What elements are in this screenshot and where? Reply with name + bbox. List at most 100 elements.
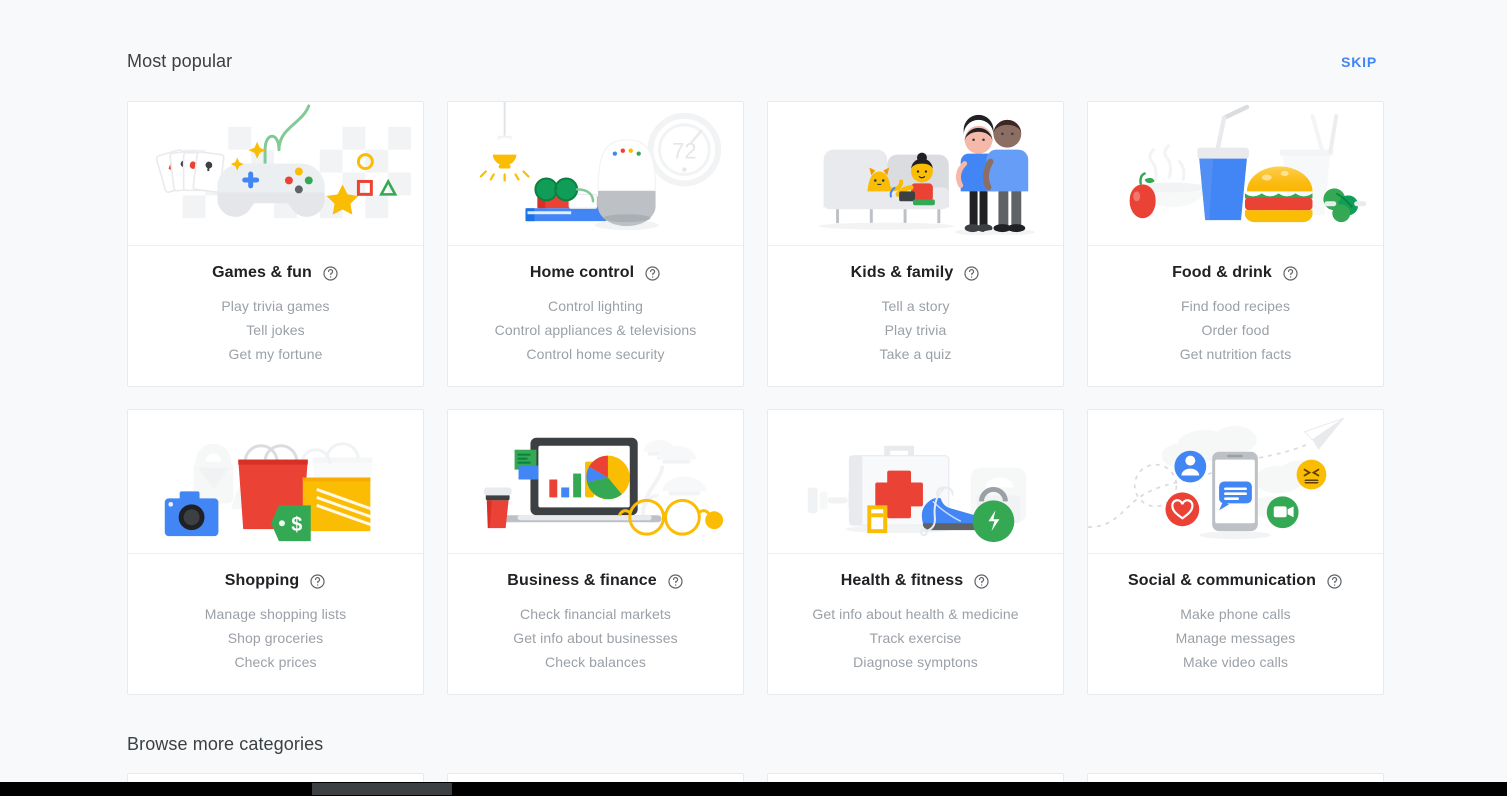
card-title-row: Business & finance [460, 571, 731, 591]
card-subitem: Check balances [460, 650, 731, 674]
card-body: Health & fitness Get info about health &… [768, 554, 1063, 694]
card-subitem: Get info about health & medicine [780, 602, 1051, 626]
card-subitem: Control home security [460, 342, 731, 366]
games-illustration [128, 102, 423, 246]
card-subitem: Make phone calls [1100, 602, 1371, 626]
most-popular-card-grid: Games & fun Play trivia games Tell jokes… [127, 101, 1385, 695]
card-subitem: Shop groceries [140, 626, 411, 650]
category-card-kids-and-family[interactable]: Kids & family Tell a story Play trivia T… [767, 101, 1064, 387]
broccoli [1323, 188, 1366, 222]
category-card-games-and-fun[interactable]: Games & fun Play trivia games Tell jokes… [127, 101, 424, 387]
pie-chart [586, 456, 630, 500]
card-subitem: Check financial markets [460, 602, 731, 626]
card-title-row: Games & fun [140, 263, 411, 283]
card-title-row: Shopping [140, 571, 411, 591]
card-subitem: Control lighting [460, 294, 731, 318]
emoji-icon-badge [1297, 460, 1327, 490]
price-tag: $ [271, 505, 311, 541]
card-subitem: Order food [1100, 318, 1371, 342]
card-title: Business & finance [507, 571, 656, 591]
card-body: Food & drink Find food recipes Order foo… [1088, 246, 1383, 386]
video-icon-badge [1267, 496, 1299, 528]
card-subitem: Track exercise [780, 626, 1051, 650]
card-title: Kids & family [851, 263, 954, 283]
shopping-illustration: $ [128, 410, 423, 554]
card-subitem: Play trivia [780, 318, 1051, 342]
help-icon[interactable] [667, 573, 684, 590]
scrollbar-thumb[interactable] [312, 783, 452, 795]
category-card-home-control[interactable]: 72 [447, 101, 744, 387]
category-card-shopping[interactable]: $ Shopping [127, 409, 424, 695]
card-title: Home control [530, 263, 634, 283]
card-title: Food & drink [1172, 263, 1272, 283]
horizontal-scrollbar[interactable] [0, 782, 1507, 796]
card-subitem: Tell a story [780, 294, 1051, 318]
category-card-food-and-drink[interactable]: Food & drink Find food recipes Order foo… [1087, 101, 1384, 387]
laptop [503, 438, 662, 522]
soda-cup [1197, 107, 1249, 220]
person-icon-badge [1174, 451, 1206, 483]
business-finance-illustration [448, 410, 743, 554]
card-subitem: Play trivia games [140, 294, 411, 318]
card-title: Social & communication [1128, 571, 1316, 591]
google-home-speaker [595, 140, 659, 230]
card-body: Home control Control lighting Control ap… [448, 246, 743, 386]
svg-text:72: 72 [672, 139, 696, 164]
card-subitem: Tell jokes [140, 318, 411, 342]
card-subitem: Get info about businesses [460, 626, 731, 650]
card-title-row: Health & fitness [780, 571, 1051, 591]
card-title: Games & fun [212, 263, 312, 283]
bandage-box [867, 505, 887, 533]
paper-plane [1305, 418, 1345, 450]
apple [1130, 174, 1156, 219]
card-subitem: Manage messages [1100, 626, 1371, 650]
help-icon[interactable] [1326, 573, 1343, 590]
card-body: Social & communication Make phone calls … [1088, 554, 1383, 694]
card-subitem: Manage shopping lists [140, 602, 411, 626]
card-subitem: Get my fortune [140, 342, 411, 366]
thermostat: 72 [651, 116, 719, 184]
category-card-social-and-communication[interactable]: Social & communication Make phone calls … [1087, 409, 1384, 695]
heart-icon-badge [1165, 492, 1199, 526]
kids-family-illustration [768, 102, 1063, 246]
card-title-row: Food & drink [1100, 263, 1371, 283]
social-communication-illustration [1088, 410, 1383, 554]
card-body: Games & fun Play trivia games Tell jokes… [128, 246, 423, 386]
help-icon[interactable] [963, 265, 980, 282]
card-title-row: Home control [460, 263, 731, 283]
page-title: Most popular [127, 49, 232, 73]
home-control-illustration: 72 [448, 102, 743, 246]
category-card-business-and-finance[interactable]: Business & finance Check financial marke… [447, 409, 744, 695]
card-subitem: Control appliances & televisions [460, 318, 731, 342]
card-subitem: Get nutrition facts [1100, 342, 1371, 366]
card-subitem: Find food recipes [1100, 294, 1371, 318]
help-icon[interactable] [973, 573, 990, 590]
help-icon[interactable] [322, 265, 339, 282]
categories-page: Most popular SKIP [0, 0, 1507, 796]
content-column: Most popular SKIP [127, 0, 1385, 796]
card-title-row: Social & communication [1100, 571, 1371, 591]
card-title: Shopping [225, 571, 300, 591]
sticky-notes [515, 450, 539, 480]
help-icon[interactable] [309, 573, 326, 590]
card-body: Kids & family Tell a story Play trivia T… [768, 246, 1063, 386]
card-subitem: Make video calls [1100, 650, 1371, 674]
smartphone [1199, 452, 1271, 539]
card-subitem: Diagnose symptons [780, 650, 1051, 674]
section-header: Most popular SKIP [127, 48, 1385, 88]
shopping-bag-yellow [303, 478, 373, 532]
card-title-row: Kids & family [780, 263, 1051, 283]
card-body: Shopping Manage shopping lists Shop groc… [128, 554, 423, 694]
food-drink-illustration [1088, 102, 1383, 246]
help-icon[interactable] [1282, 265, 1299, 282]
card-body: Business & finance Check financial marke… [448, 554, 743, 694]
svg-text:$: $ [291, 514, 302, 536]
help-icon[interactable] [644, 265, 661, 282]
card-subitem: Take a quiz [780, 342, 1051, 366]
card-title: Health & fitness [841, 571, 964, 591]
category-card-health-and-fitness[interactable]: Health & fitness Get info about health &… [767, 409, 1064, 695]
skip-button[interactable]: SKIP [1333, 48, 1385, 76]
browse-more-title: Browse more categories [127, 732, 1385, 756]
health-fitness-illustration [768, 410, 1063, 554]
card-subitem: Check prices [140, 650, 411, 674]
